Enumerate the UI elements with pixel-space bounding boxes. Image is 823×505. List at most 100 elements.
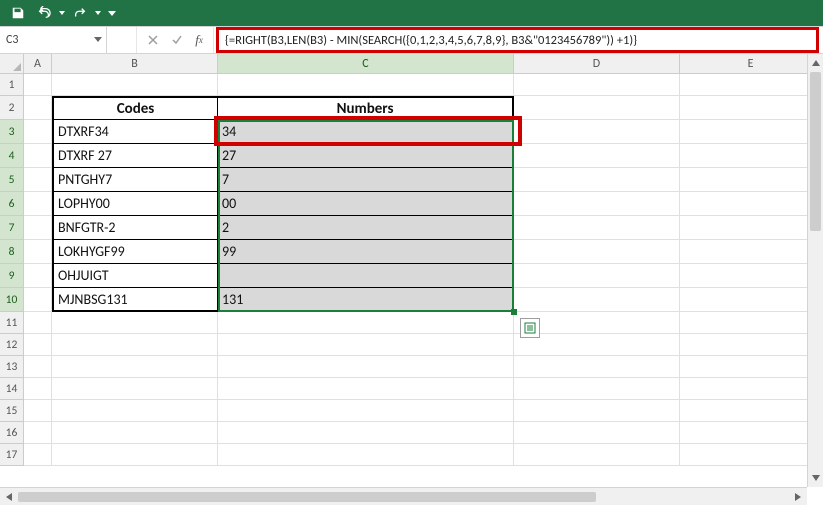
cell[interactable]	[218, 400, 514, 422]
cell[interactable]	[680, 356, 822, 378]
cell[interactable]	[24, 264, 52, 288]
row-header[interactable]: 10	[0, 288, 24, 312]
cancel-formula-button[interactable]	[141, 27, 165, 53]
cell[interactable]	[680, 96, 822, 120]
undo-button[interactable]	[32, 2, 56, 24]
vertical-scrollbar[interactable]	[807, 54, 823, 487]
row-header[interactable]: 12	[0, 334, 24, 356]
table-header-numbers[interactable]: Numbers	[218, 96, 514, 120]
qat-customize[interactable]	[108, 9, 116, 17]
cell[interactable]	[680, 422, 822, 444]
row-header[interactable]: 15	[0, 400, 24, 422]
cell[interactable]	[680, 240, 822, 264]
row-header[interactable]: 1	[0, 74, 24, 96]
cell[interactable]	[218, 356, 514, 378]
cell[interactable]	[52, 400, 218, 422]
table-row[interactable]: 2	[218, 216, 514, 240]
cell[interactable]	[514, 288, 680, 312]
scroll-up-icon[interactable]	[808, 54, 823, 72]
cell[interactable]	[514, 400, 680, 422]
row-header[interactable]: 4	[0, 144, 24, 168]
cell[interactable]	[218, 334, 514, 356]
row-header[interactable]: 3	[0, 120, 24, 144]
table-row[interactable]: 00	[218, 192, 514, 216]
cell[interactable]	[514, 144, 680, 168]
enter-formula-button[interactable]	[165, 27, 189, 53]
row-header[interactable]: 6	[0, 192, 24, 216]
horizontal-scrollbar[interactable]	[0, 487, 807, 505]
col-header-A[interactable]: A	[24, 54, 52, 73]
table-row[interactable]: OHJUIGT	[52, 264, 218, 288]
table-row[interactable]: BNFGTR-2	[52, 216, 218, 240]
row-header[interactable]: 2	[0, 96, 24, 120]
cell[interactable]	[680, 74, 822, 96]
cell[interactable]	[24, 216, 52, 240]
table-row[interactable]: DTXRF 27	[52, 144, 218, 168]
row-header[interactable]: 17	[0, 444, 24, 466]
cell[interactable]	[680, 264, 822, 288]
table-row[interactable]: MJNBSG131	[52, 288, 218, 312]
cell[interactable]	[24, 400, 52, 422]
fill-handle[interactable]	[511, 309, 517, 315]
cell[interactable]	[680, 192, 822, 216]
cell[interactable]	[24, 74, 52, 96]
cell[interactable]	[514, 422, 680, 444]
cell[interactable]	[514, 96, 680, 120]
cell[interactable]	[52, 334, 218, 356]
insert-function-button[interactable]: fx	[189, 32, 209, 48]
cell[interactable]	[24, 378, 52, 400]
table-row[interactable]	[218, 264, 514, 288]
cell[interactable]	[680, 216, 822, 240]
row-header[interactable]: 5	[0, 168, 24, 192]
cell[interactable]	[514, 120, 680, 144]
cell[interactable]	[52, 356, 218, 378]
table-row[interactable]: PNTGHY7	[52, 168, 218, 192]
cell[interactable]	[24, 422, 52, 444]
cell[interactable]	[680, 312, 822, 334]
cell[interactable]	[52, 444, 218, 466]
cell[interactable]	[52, 312, 218, 334]
name-box-dropdown[interactable]	[90, 27, 106, 53]
cell[interactable]	[24, 120, 52, 144]
cell[interactable]	[24, 240, 52, 264]
name-box[interactable]: C3	[0, 27, 90, 53]
cell[interactable]	[514, 240, 680, 264]
cell[interactable]	[52, 74, 218, 96]
col-header-E[interactable]: E	[680, 54, 822, 73]
scroll-thumb[interactable]	[810, 72, 821, 231]
table-row[interactable]: 27	[218, 144, 514, 168]
cell[interactable]	[514, 216, 680, 240]
cell[interactable]	[514, 168, 680, 192]
table-row[interactable]: 131	[218, 288, 514, 312]
cell[interactable]	[680, 400, 822, 422]
cell[interactable]	[680, 444, 822, 466]
cell[interactable]	[680, 168, 822, 192]
redo-button[interactable]	[68, 2, 92, 24]
row-header[interactable]: 13	[0, 356, 24, 378]
cell[interactable]	[218, 312, 514, 334]
cell[interactable]	[24, 144, 52, 168]
cell[interactable]	[52, 378, 218, 400]
cell[interactable]	[680, 334, 822, 356]
cell[interactable]	[24, 312, 52, 334]
col-header-D[interactable]: D	[514, 54, 680, 73]
row-header[interactable]: 14	[0, 378, 24, 400]
table-row[interactable]: DTXRF34	[52, 120, 218, 144]
cell[interactable]	[52, 422, 218, 444]
cell[interactable]	[24, 356, 52, 378]
cell[interactable]	[24, 192, 52, 216]
row-header[interactable]: 16	[0, 422, 24, 444]
cell[interactable]	[24, 334, 52, 356]
cell[interactable]	[514, 264, 680, 288]
table-row[interactable]: LOKHYGF99	[52, 240, 218, 264]
scroll-left-icon[interactable]	[0, 488, 18, 505]
table-row[interactable]: 99	[218, 240, 514, 264]
select-all-triangle[interactable]	[0, 54, 24, 73]
cell[interactable]	[514, 444, 680, 466]
cell[interactable]	[24, 168, 52, 192]
undo-dropdown[interactable]	[58, 11, 66, 15]
cell[interactable]	[514, 356, 680, 378]
cell[interactable]	[218, 422, 514, 444]
autofill-options-button[interactable]	[520, 318, 540, 338]
cell[interactable]	[680, 378, 822, 400]
